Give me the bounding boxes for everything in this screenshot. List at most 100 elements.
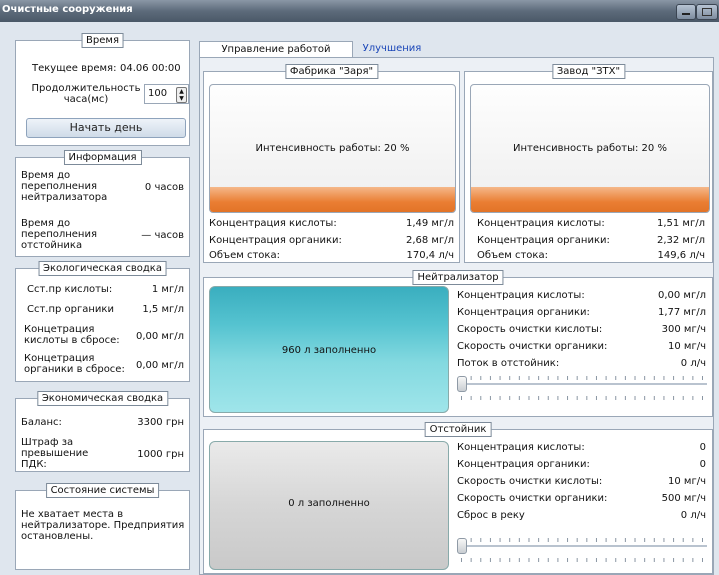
organic-norm-label: Сст.пр органики — [27, 304, 114, 315]
econ-group-title: Экономическая сводка — [36, 391, 169, 406]
factory-ztkh-intensity-bar — [471, 187, 709, 212]
status-message: Не хватает места в нейтрализаторе. Предп… — [21, 509, 185, 542]
balance-label: Баланс: — [21, 417, 62, 428]
neutralizer-tank: 960 л заполненно — [209, 286, 449, 413]
factory-zarya-intensity-bar — [210, 187, 455, 212]
neutralizer-acid-speed-label: Скорость очистки кислоты: — [457, 324, 603, 335]
settler-discharge-value: 0 л/ч — [680, 510, 706, 521]
factory-zarya-flow-value: 170,4 л/ч — [406, 250, 454, 261]
hour-duration-value: 100 — [148, 88, 168, 99]
start-day-button[interactable]: Начать день — [26, 118, 186, 138]
slider-track — [457, 545, 707, 547]
slider-ticks-bottom — [461, 554, 703, 562]
factory-ztkh-title: Завод "ЗТХ" — [551, 64, 626, 79]
settler-organic-value: 0 — [699, 459, 706, 470]
factory-ztkh-flow-value: 149,6 л/ч — [657, 250, 705, 261]
factory-zarya-intensity-control[interactable]: Интенсивность работы: 20 % — [209, 84, 456, 213]
neutralizer-flow-value: 0 л/ч — [680, 358, 706, 369]
neutralizer-organic-label: Концентрация органики: — [457, 307, 590, 318]
acid-norm-value: 1 мг/л — [151, 284, 184, 295]
neutralizer-overflow-value: 0 часов — [144, 182, 184, 193]
settler-group: Отстойник 0 л заполненно Концентрация ки… — [203, 422, 713, 574]
settler-acid-speed-label: Скорость очистки кислоты: — [457, 476, 603, 487]
organic-norm-value: 1,5 мг/л — [142, 304, 184, 315]
factory-ztkh-intensity-text: Интенсивность работы: 20 % — [513, 143, 667, 154]
info-group-title: Информация — [63, 150, 142, 165]
neutralizer-fill-text: 960 л заполненно — [281, 345, 377, 356]
neutralizer-acid-value: 0,00 мг/л — [657, 290, 706, 301]
window-title: Очистные сооружения — [2, 4, 133, 15]
neutralizer-organic-value: 1,77 мг/л — [657, 307, 706, 318]
settler-overflow-label: Время до переполнения отстойника — [21, 218, 97, 251]
neutralizer-acid-speed-value: 300 мг/ч — [661, 324, 706, 335]
factory-ztkh-organic-value: 2,32 мг/л — [656, 235, 705, 246]
tab-system-control[interactable]: Управление работой системы — [199, 41, 353, 71]
current-time-value: 04.06 00:00 — [120, 63, 181, 74]
slider-track — [457, 383, 707, 385]
current-time-label: Текущее время: — [32, 63, 117, 74]
settler-acid-value: 0 — [699, 442, 706, 453]
settler-discharge-slider[interactable] — [457, 538, 707, 562]
minimize-icon[interactable] — [676, 4, 696, 20]
neutralizer-title: Нейтрализатор — [412, 270, 504, 285]
factory-zarya-flow-label: Объем стока: — [209, 250, 280, 261]
slider-ticks-bottom — [461, 392, 703, 400]
neutralizer-group: Нейтрализатор 960 л заполненно Концентра… — [203, 270, 713, 417]
neutralizer-organic-speed-label: Скорость очистки органики: — [457, 341, 608, 352]
settler-acid-label: Концентрация кислоты: — [457, 442, 585, 453]
factory-zarya-title: Фабрика "Заря" — [284, 64, 379, 79]
time-group: Время Текущее время: 04.06 00:00 Продолж… — [15, 33, 190, 146]
status-group: Состояние системы Не хватает места в ней… — [15, 483, 190, 570]
factory-ztkh-group: Завод "ЗТХ" Интенсивность работы: 20 % К… — [464, 64, 713, 263]
stepper-arrows-icon[interactable]: ▲ ▼ — [176, 87, 187, 103]
settler-organic-speed-label: Скорость очистки органики: — [457, 493, 608, 504]
settler-discharge-label: Сброс в реку — [457, 510, 525, 521]
hour-duration-stepper[interactable]: 100 ▲ ▼ — [144, 84, 189, 104]
neutralizer-organic-speed-value: 10 мг/ч — [668, 341, 706, 352]
factory-ztkh-acid-value: 1,51 мг/л — [656, 218, 705, 229]
econ-group: Экономическая сводка Баланс: 3300 грн Шт… — [15, 391, 190, 472]
neutralizer-flow-slider[interactable] — [457, 376, 707, 400]
organic-discharge-label: Концетрация органики в сбросе: — [24, 353, 125, 375]
neutralizer-acid-label: Концентрация кислоты: — [457, 290, 585, 301]
slider-thumb[interactable] — [457, 376, 467, 392]
maximize-icon[interactable] — [696, 4, 718, 20]
tab-strip: Управление работой системы Улучшения — [199, 41, 712, 71]
factory-zarya-intensity-text: Интенсивность работы: 20 % — [255, 143, 410, 154]
settler-title: Отстойник — [424, 422, 492, 437]
eco-group: Экологическая сводка Сст.пр кислоты: 1 м… — [15, 261, 190, 382]
factory-ztkh-organic-label: Концентрация органики: — [477, 235, 610, 246]
acid-discharge-label: Концетрация кислоты в сбросе: — [24, 324, 120, 346]
factory-ztkh-flow-label: Объем стока: — [477, 250, 548, 261]
settler-organic-speed-value: 500 мг/ч — [661, 493, 706, 504]
factory-zarya-acid-label: Концентрация кислоты: — [209, 218, 337, 229]
neutralizer-overflow-label: Время до переполнения нейтрализатора — [21, 170, 108, 203]
organic-discharge-value: 0,00 мг/л — [135, 360, 184, 371]
factory-zarya-organic-value: 2,68 мг/л — [405, 235, 454, 246]
slider-ticks-top — [461, 372, 703, 380]
time-group-title: Время — [81, 33, 124, 48]
factory-zarya-group: Фабрика "Заря" Интенсивность работы: 20 … — [203, 64, 460, 263]
fine-value: 1000 грн — [137, 449, 184, 460]
settler-tank: 0 л заполненно — [209, 441, 449, 570]
neutralizer-flow-label: Поток в отстойник: — [457, 358, 560, 369]
factory-ztkh-intensity-control[interactable]: Интенсивность работы: 20 % — [470, 84, 710, 213]
fine-label: Штраф за превышение ПДК: — [21, 437, 89, 470]
settler-overflow-value: — часов — [141, 230, 184, 241]
status-group-title: Состояние системы — [45, 483, 160, 498]
title-bar: Очистные сооружения — [0, 0, 719, 22]
settler-acid-speed-value: 10 мг/ч — [668, 476, 706, 487]
factory-zarya-acid-value: 1,49 мг/л — [405, 218, 454, 229]
acid-norm-label: Сст.пр кислоты: — [27, 284, 113, 295]
balance-value: 3300 грн — [137, 417, 184, 428]
slider-ticks-top — [461, 534, 703, 542]
acid-discharge-value: 0,00 мг/л — [135, 331, 184, 342]
factory-ztkh-acid-label: Концентрация кислоты: — [477, 218, 605, 229]
settler-fill-text: 0 л заполненно — [288, 498, 370, 509]
hour-duration-label: Продолжительность часа(мс) — [31, 83, 141, 105]
factory-zarya-organic-label: Концентрация органики: — [209, 235, 342, 246]
settler-organic-label: Концентрация органики: — [457, 459, 590, 470]
slider-thumb[interactable] — [457, 538, 467, 554]
tab-upgrades[interactable]: Улучшения — [361, 41, 423, 57]
tab-content: Фабрика "Заря" Интенсивность работы: 20 … — [199, 57, 714, 575]
